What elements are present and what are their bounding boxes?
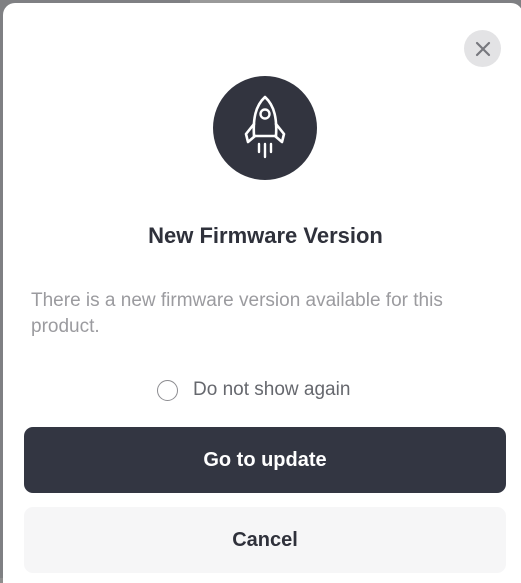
do-not-show-again-label: Do not show again — [193, 379, 351, 400]
do-not-show-again-option[interactable]: Do not show again — [157, 377, 350, 403]
cancel-button[interactable]: Cancel — [24, 507, 506, 573]
close-button[interactable] — [464, 30, 501, 67]
hero-badge — [213, 76, 317, 180]
do-not-show-again-radio[interactable] — [157, 379, 178, 401]
dialog-message: There is a new firmware version availabl… — [31, 290, 443, 337]
rocket-icon — [244, 95, 286, 159]
close-icon — [475, 41, 490, 56]
go-to-update-button[interactable]: Go to update — [24, 427, 506, 493]
dialog-title: New Firmware Version — [148, 223, 383, 248]
firmware-update-dialog: New Firmware Version There is a new firm… — [3, 3, 521, 583]
